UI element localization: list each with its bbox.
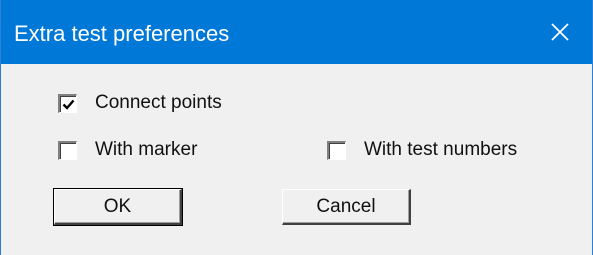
checkmark-icon [62, 99, 75, 110]
cancel-button[interactable]: Cancel [282, 189, 411, 225]
title-bar[interactable]: Extra test preferences [1, 0, 592, 64]
with-marker-option[interactable]: With marker [58, 139, 197, 161]
with-test-numbers-checkbox[interactable] [327, 140, 346, 160]
connect-points-option[interactable]: Connect points [58, 92, 222, 114]
dialog-title: Extra test preferences [14, 21, 230, 46]
with-marker-checkbox[interactable] [58, 140, 77, 160]
close-icon [550, 22, 570, 42]
connect-points-checkbox[interactable] [58, 93, 77, 113]
ok-button[interactable]: OK [53, 188, 183, 226]
close-button[interactable] [528, 0, 592, 64]
with-test-numbers-label: With test numbers [364, 139, 518, 160]
dialog-content: Connect points With marker With test num… [1, 64, 592, 255]
dialog-window: Extra test preferences Connect points Wi… [0, 0, 593, 255]
with-marker-label: With marker [95, 139, 198, 160]
connect-points-label: Connect points [95, 92, 222, 113]
with-test-numbers-option[interactable]: With test numbers [327, 139, 517, 161]
